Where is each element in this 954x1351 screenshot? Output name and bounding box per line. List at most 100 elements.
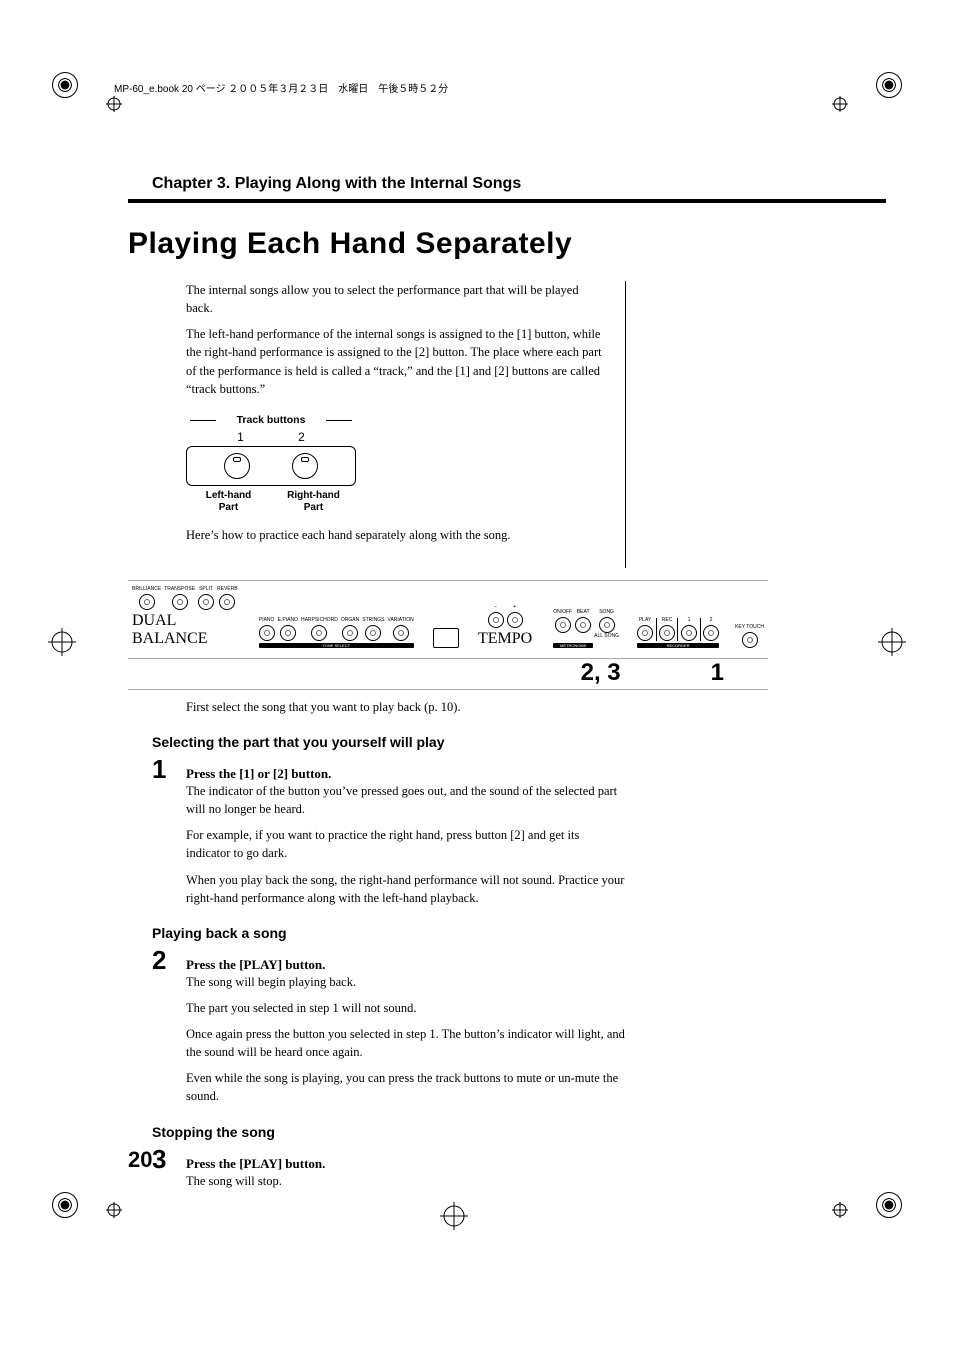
lbl-t2: 2: [710, 618, 713, 623]
lbl-rec: REC: [662, 618, 673, 623]
panel-figure: BRILLIANCE TRANSPOSE SPLIT REVERB DUAL B…: [128, 580, 768, 690]
lcd-display-icon: [433, 628, 459, 648]
lbl-variation: VARIATION: [387, 618, 413, 623]
lbl-brilliance: BRILLIANCE: [132, 587, 161, 592]
registration-mark: [106, 1202, 122, 1218]
lbl-play: PLAY: [639, 618, 651, 623]
registration-mark: [440, 1202, 468, 1230]
panel-button-icon: [139, 594, 155, 610]
sec1-p3: When you play back the song, the right-h…: [186, 871, 626, 907]
lbl-onoff: ON/OFF: [553, 610, 572, 615]
lbl-tone-select: TONE SELECT: [259, 643, 414, 648]
intro-block: The internal songs allow you to select t…: [186, 281, 626, 568]
chapter-heading: Chapter 3. Playing Along with the Intern…: [152, 175, 886, 193]
intro-p1: The internal songs allow you to select t…: [186, 281, 605, 317]
page-title: Playing Each Hand Separately: [128, 227, 886, 261]
sec2-p4: Even while the song is playing, you can …: [186, 1069, 626, 1105]
lbl-split: SPLIT: [199, 587, 213, 592]
crop-dot-bl: [52, 1192, 78, 1218]
page-content: MP-60_e.book 20 ページ ２００５年３月２３日 水曜日 午後５時５…: [128, 80, 886, 1198]
step-number-3: 3: [152, 1146, 186, 1172]
book-meta-line: MP-60_e.book 20 ページ ２００５年３月２３日 水曜日 午後５時５…: [114, 80, 886, 95]
intro-p2: The left-hand performance of the interna…: [186, 325, 605, 398]
step-2-row: 2 Press the [PLAY] button.: [152, 947, 886, 973]
track-num-1: 1: [237, 430, 244, 444]
sec1-heading: Selecting the part that you yourself wil…: [152, 734, 886, 750]
sec1-p2: For example, if you want to practice the…: [186, 826, 626, 862]
page-number: 20: [128, 1147, 152, 1173]
panel-button-icon: [488, 612, 504, 628]
panel-row: BRILLIANCE TRANSPOSE SPLIT REVERB DUAL B…: [128, 580, 768, 659]
step-3-row: 3 Press the [PLAY] button.: [152, 1146, 886, 1172]
panel-button-icon: [637, 625, 653, 641]
panel-button-icon: [507, 612, 523, 628]
sec2-p3: Once again press the button you selected…: [186, 1025, 626, 1061]
lbl-dual-balance: DUAL BALANCE: [132, 612, 238, 648]
lbl-transpose: TRANSPOSE: [164, 587, 195, 592]
track-figure-label: Track buttons: [186, 414, 356, 426]
lbl-piano: PIANO: [259, 618, 275, 623]
panel-button-icon: [393, 625, 409, 641]
right-hand-label: Right-hand: [287, 490, 340, 501]
right-hand-part-label: Part: [304, 502, 323, 513]
lbl-metronome: METRONOME: [553, 643, 593, 648]
panel-button-icon: [219, 594, 235, 610]
panel-button-icon: [555, 617, 571, 633]
left-hand-label: Left-hand: [206, 490, 252, 501]
panel-button-icon: [599, 617, 615, 633]
track-figure-bottom-labels: Left-hand Part Right-hand Part: [186, 490, 356, 514]
lbl-strings: STRINGS: [362, 618, 384, 623]
track-figure-box: [186, 446, 356, 486]
step-1-title: Press the [1] or [2] button.: [186, 758, 331, 782]
sec2-p1: The song will begin playing back.: [186, 973, 626, 991]
step-2-title: Press the [PLAY] button.: [186, 949, 325, 973]
callout-2-3: 2, 3: [581, 659, 621, 687]
panel-button-icon: [311, 625, 327, 641]
callout-1: 1: [711, 659, 724, 687]
panel-button-icon: [659, 625, 675, 641]
sec3-heading: Stopping the song: [152, 1124, 886, 1140]
lbl-plus: +: [513, 605, 516, 610]
track-button-2-icon: [292, 453, 318, 479]
sec1-p1: The indicator of the button you’ve press…: [186, 782, 626, 818]
lbl-harpsi: HARPSICHORD: [301, 618, 338, 623]
step-number-1: 1: [152, 756, 186, 782]
lbl-song: SONG: [599, 610, 614, 615]
panel-button-icon: [172, 594, 188, 610]
panel-button-icon: [342, 625, 358, 641]
panel-button-icon: [575, 617, 591, 633]
sec2-p2: The part you selected in step 1 will not…: [186, 999, 626, 1017]
registration-mark: [48, 628, 76, 656]
sec3-p1: The song will stop.: [186, 1172, 626, 1190]
intro-p3: Here’s how to practice each hand separat…: [186, 526, 605, 544]
lbl-keytouch: KEY TOUCH: [735, 625, 764, 630]
panel-callouts: 2, 3 1: [128, 659, 768, 690]
panel-button-icon: [703, 625, 719, 641]
panel-button-icon: [198, 594, 214, 610]
heading-rule: [128, 199, 886, 203]
lbl-minus: −: [494, 605, 497, 610]
track-button-1-icon: [224, 453, 250, 479]
step-number-2: 2: [152, 947, 186, 973]
sec2-heading: Playing back a song: [152, 925, 886, 941]
lbl-t1: 1: [688, 618, 691, 623]
lbl-tempo: TEMPO: [478, 630, 532, 648]
track-buttons-figure: Track buttons 1 2 Left-hand Part Right-h…: [186, 414, 356, 514]
registration-mark: [106, 96, 122, 112]
left-hand-part-label: Part: [219, 502, 238, 513]
lbl-recorder: RECORDER: [637, 643, 719, 648]
registration-mark: [832, 1202, 848, 1218]
panel-button-icon: [259, 625, 275, 641]
lbl-all-song: ALL SONG: [594, 634, 619, 639]
panel-button-icon: [365, 625, 381, 641]
panel-button-icon: [681, 625, 697, 641]
track-figure-numbers: 1 2: [186, 430, 356, 444]
track-num-2: 2: [298, 430, 305, 444]
panel-button-icon: [280, 625, 296, 641]
panel-button-icon: [742, 632, 758, 648]
lbl-reverb: REVERB: [217, 587, 238, 592]
crop-dot-tl: [52, 72, 78, 98]
step-1-row: 1 Press the [1] or [2] button.: [152, 756, 886, 782]
lbl-beat: BEAT: [577, 610, 590, 615]
lbl-epiano: E.PIANO: [278, 618, 298, 623]
